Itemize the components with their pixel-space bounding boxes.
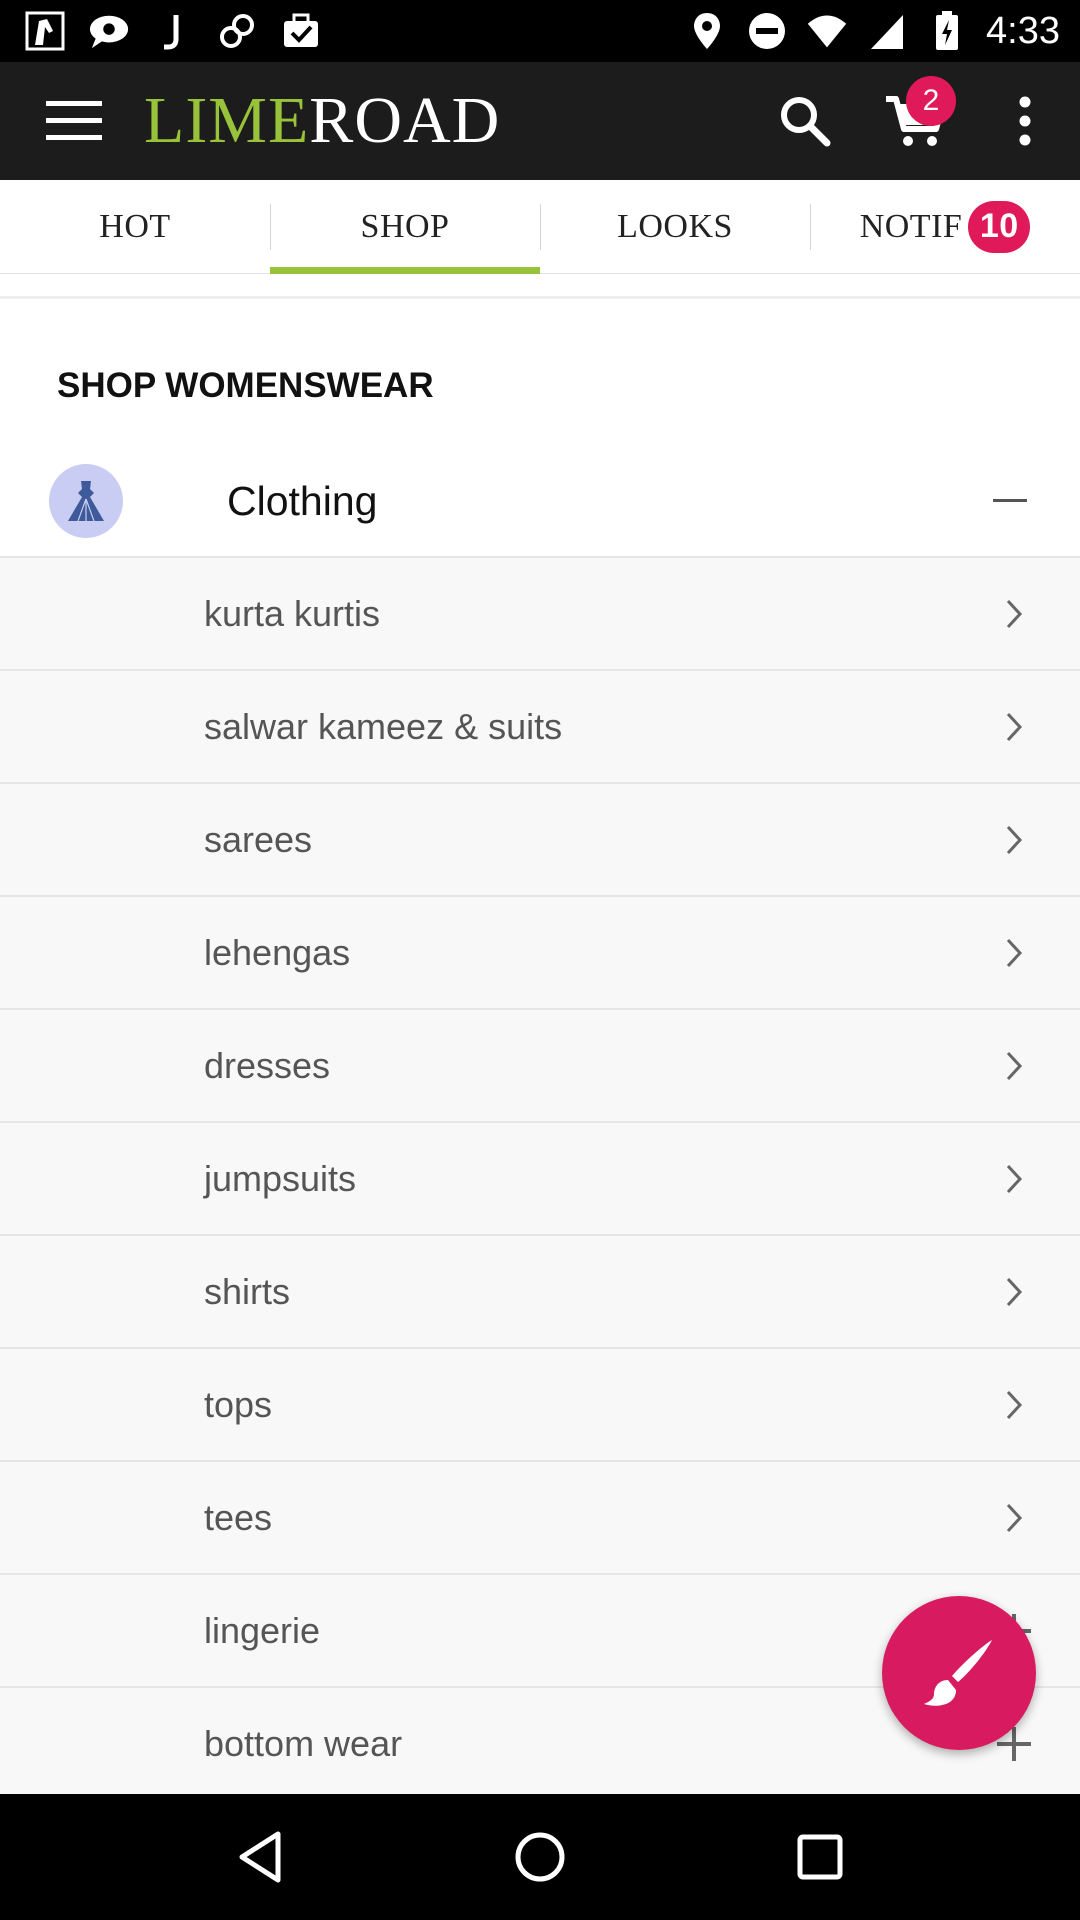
menu-icon (46, 101, 102, 140)
more-options-button[interactable] (970, 62, 1080, 180)
subcategory-label: salwar kameez & suits (204, 705, 563, 747)
search-button[interactable] (750, 62, 860, 180)
tab-looks-label: LOOKS (617, 207, 733, 245)
briefcase-check-icon (280, 10, 322, 52)
search-icon (781, 97, 831, 147)
chevron-right-icon (992, 1383, 1036, 1427)
tab-notif[interactable]: NOTIF 10 (810, 180, 1080, 273)
collapse-minus-icon[interactable] (986, 477, 1034, 525)
divider (0, 296, 1080, 299)
status-left-icons (0, 10, 322, 52)
menu-button[interactable] (24, 62, 124, 180)
create-look-fab[interactable] (882, 1596, 1036, 1750)
chevron-right-icon (992, 1157, 1036, 1201)
chevron-right-icon (992, 705, 1036, 749)
home-button[interactable] (490, 1807, 590, 1907)
subcategory-label: sarees (204, 818, 313, 860)
cart-count-badge: 2 (906, 76, 956, 126)
status-right-icons: 4:33 (686, 10, 1080, 53)
do-not-disturb-icon (746, 10, 788, 52)
logo-lime-text: LIME (144, 84, 310, 157)
list-item[interactable]: shirts (0, 1236, 1080, 1349)
logo-road-text: ROAD (309, 84, 501, 157)
subcategory-label: tees (204, 1496, 273, 1538)
location-icon (686, 10, 728, 52)
notif-count-badge: 10 (968, 200, 1031, 253)
link-app-icon (216, 10, 258, 52)
app-actions: 2 (750, 62, 1080, 180)
battery-charging-icon (926, 10, 968, 52)
j-app-icon (152, 10, 194, 52)
category-clothing-header[interactable]: Clothing (0, 446, 1080, 558)
recents-button[interactable] (770, 1807, 870, 1907)
limeroad-logo[interactable]: LIME ROAD (144, 83, 500, 159)
home-circle-icon (515, 1832, 565, 1882)
chevron-right-icon (992, 818, 1036, 862)
list-item[interactable]: lehengas (0, 897, 1080, 1010)
wifi-icon (806, 10, 848, 52)
status-time: 4:33 (986, 9, 1060, 52)
list-item[interactable]: tees (0, 1462, 1080, 1575)
subcategory-label: lehengas (204, 931, 351, 973)
list-item[interactable]: salwar kameez & suits (0, 671, 1080, 784)
list-item[interactable]: sarees (0, 784, 1080, 897)
list-item[interactable]: dresses (0, 1010, 1080, 1123)
app-bar: LIME ROAD 2 (0, 62, 1080, 180)
shop-content: SHOP WOMENSWEAR Clothing kurta kurtis sa… (0, 274, 1080, 1794)
category-label: Clothing (227, 477, 378, 524)
dress-icon (49, 464, 123, 538)
subcategory-label: shirts (204, 1270, 291, 1312)
recents-square-icon (797, 1834, 843, 1880)
system-nav-bar (0, 1794, 1080, 1920)
cart-button[interactable]: 2 (860, 62, 970, 180)
tab-hot[interactable]: HOT (0, 180, 270, 273)
status-bar: 4:33 (0, 0, 1080, 62)
chevron-right-icon (992, 1044, 1036, 1088)
chevron-right-icon (992, 931, 1036, 975)
subcategory-label: bottom wear (204, 1722, 403, 1764)
subcategory-label: jumpsuits (204, 1157, 357, 1199)
tab-hot-label: HOT (99, 207, 171, 245)
back-button[interactable] (210, 1807, 310, 1907)
top-tabs: HOT SHOP LOOKS NOTIF 10 (0, 180, 1080, 274)
tab-shop[interactable]: SHOP (270, 180, 540, 274)
paintbrush-icon (924, 1640, 992, 1706)
subcategory-label: kurta kurtis (204, 592, 381, 634)
chevron-right-icon (992, 1496, 1036, 1540)
chevron-right-icon (992, 592, 1036, 636)
list-item[interactable]: jumpsuits (0, 1123, 1080, 1236)
tab-looks[interactable]: LOOKS (540, 180, 810, 273)
photo-notification-icon (24, 10, 66, 52)
subcategory-label: tops (204, 1383, 273, 1425)
list-item[interactable]: kurta kurtis (0, 558, 1080, 671)
cell-signal-icon (866, 10, 908, 52)
chat-notification-icon (88, 10, 130, 52)
tab-notif-label: NOTIF (859, 207, 963, 245)
section-title: SHOP WOMENSWEAR (57, 366, 434, 405)
tab-shop-label: SHOP (360, 207, 450, 245)
list-item[interactable]: tops (0, 1349, 1080, 1462)
chevron-right-icon (992, 1270, 1036, 1314)
subcategory-label: lingerie (204, 1609, 321, 1651)
more-vert-icon (1019, 96, 1031, 146)
back-triangle-icon (239, 1831, 281, 1883)
subcategory-label: dresses (204, 1044, 331, 1086)
